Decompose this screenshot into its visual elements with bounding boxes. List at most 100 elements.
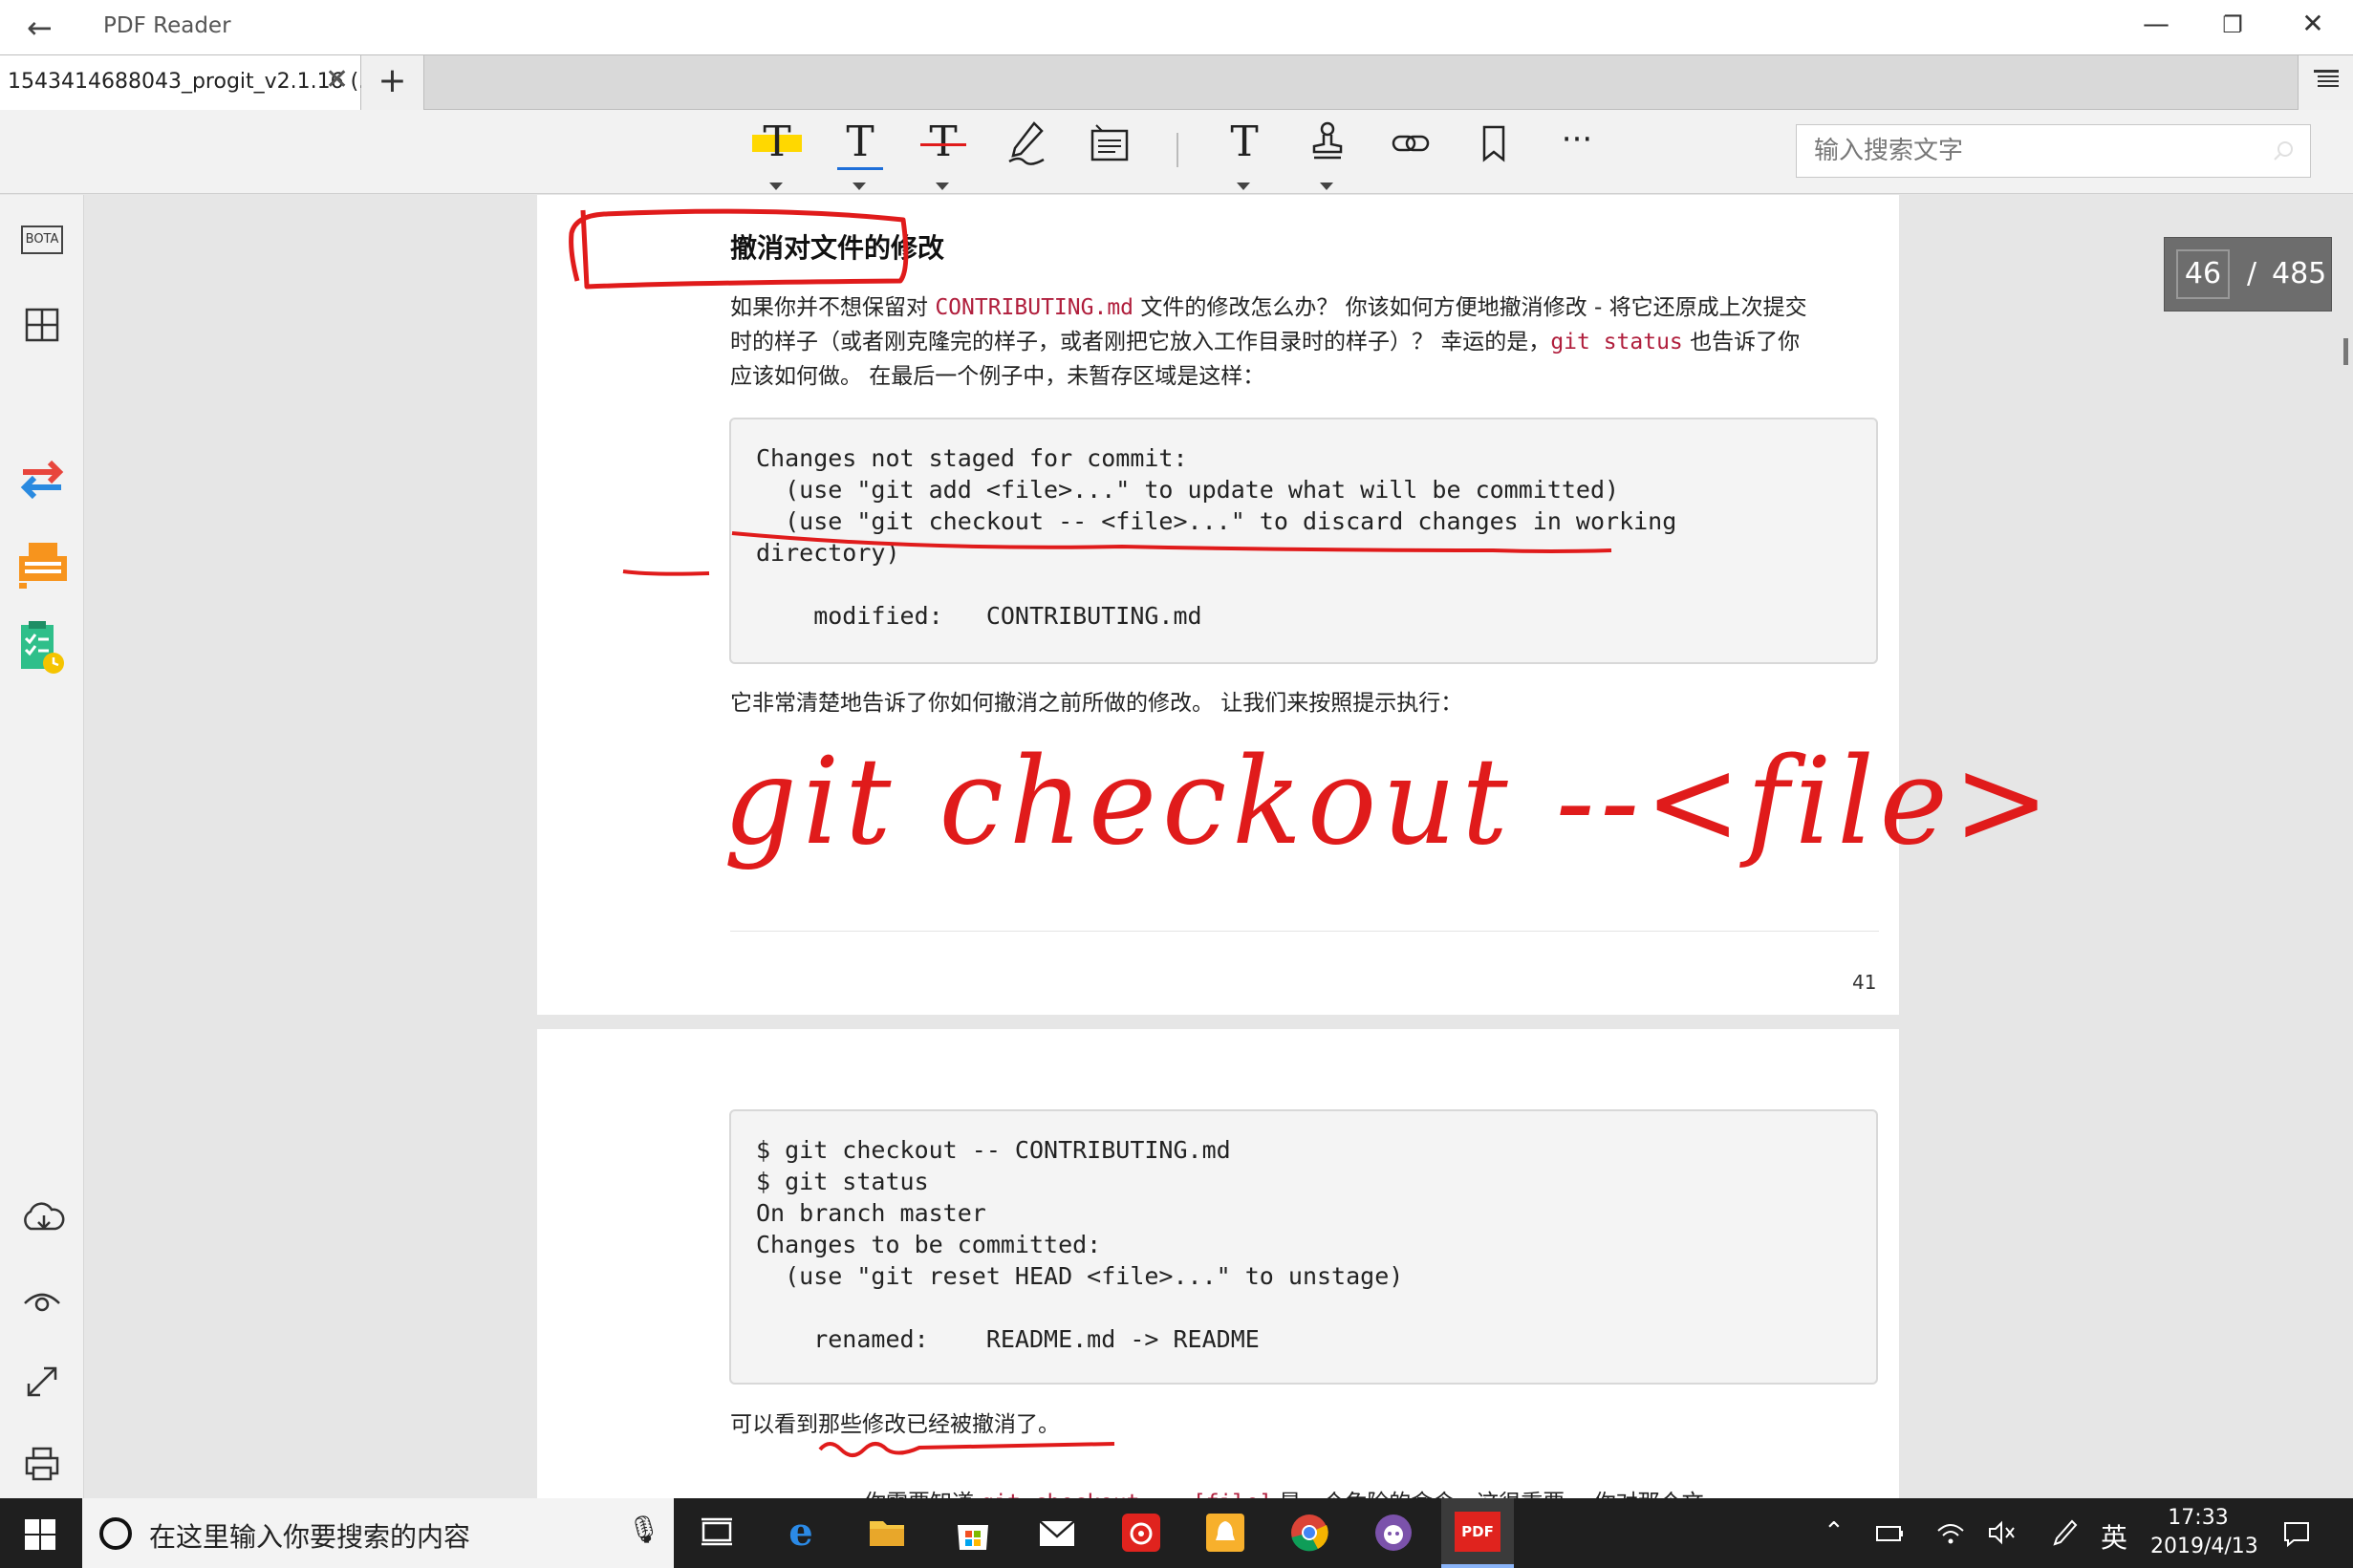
pdf-page: 撤消对文件的修改 如果你并不想保留对 CONTRIBUTING.md 文件的修改… xyxy=(537,195,2049,1015)
more-options-button[interactable]: ··· xyxy=(1548,118,1606,184)
taskbar: 在这里输入你要搜索的内容 🎙 e PDF ⌃ 英 17:33 2019/4/13 xyxy=(0,1498,2353,1568)
github-desktop-icon[interactable] xyxy=(1372,1512,1414,1554)
ink-box-around-heading xyxy=(569,208,909,290)
pdf-reader-icon: PDF xyxy=(1455,1512,1500,1552)
cloud-button[interactable] xyxy=(13,1189,71,1246)
netease-music-icon[interactable] xyxy=(1120,1512,1162,1554)
current-page-input[interactable]: 46 xyxy=(2176,249,2230,299)
highlight-tool[interactable]: T xyxy=(748,118,806,190)
microsoft-store-icon[interactable] xyxy=(952,1512,994,1554)
microphone-icon[interactable]: 🎙 xyxy=(627,1514,661,1545)
app-title: PDF Reader xyxy=(103,13,231,38)
toolbar-divider xyxy=(1176,133,1178,167)
cortana-icon xyxy=(99,1517,132,1550)
fax-icon xyxy=(19,543,67,589)
document-viewport[interactable]: 撤消对文件的修改 如果你并不想保留对 CONTRIBUTING.md 文件的修改… xyxy=(85,195,2353,1498)
stamp-tool[interactable] xyxy=(1299,118,1356,190)
pen-tool[interactable] xyxy=(998,118,1055,184)
notification-app-icon[interactable] xyxy=(1204,1512,1246,1554)
convert-arrows-icon xyxy=(20,460,64,500)
paragraph-line: 你需要知道 git checkout -- [file] 是一个危险的命令。这很… xyxy=(864,1486,1704,1498)
scrollbar-thumb[interactable] xyxy=(2343,338,2348,365)
document-tab[interactable]: 1543414688043_progit_v2.1.16 (... ✕ xyxy=(0,55,378,110)
printer-icon xyxy=(25,1447,59,1481)
search-input[interactable] xyxy=(1797,125,2236,177)
underline-tool[interactable]: T xyxy=(831,118,889,190)
link-icon xyxy=(1392,135,1430,152)
bookmark-icon xyxy=(1482,125,1505,162)
strikethrough-tool[interactable]: T xyxy=(915,118,972,190)
view-mode-button[interactable] xyxy=(13,1271,71,1328)
file-explorer-icon[interactable] xyxy=(866,1512,908,1554)
page-separator: / xyxy=(2247,257,2257,290)
wifi-icon[interactable] xyxy=(1936,1519,1965,1546)
fullscreen-button[interactable] xyxy=(13,1353,71,1410)
clock-date: 2019/4/13 xyxy=(2150,1535,2258,1558)
ink-annotations xyxy=(569,208,1612,576)
clock-time: 17:33 xyxy=(2168,1506,2229,1530)
volume-muted-icon[interactable] xyxy=(1986,1519,2017,1546)
grid-icon xyxy=(25,308,59,342)
convert-button[interactable] xyxy=(13,453,71,510)
new-tab-button[interactable]: + xyxy=(361,55,424,110)
handwritten-annotation: git checkout --<file> xyxy=(723,732,2056,872)
chevron-down-icon[interactable] xyxy=(853,183,866,190)
title-bar: ← PDF Reader — ❐ ✕ xyxy=(0,0,2353,54)
ink-wavy-underline xyxy=(818,1442,1115,1457)
ink-annotations xyxy=(818,1442,1115,1457)
pen-icon xyxy=(1008,121,1045,165)
battery-icon[interactable] xyxy=(1875,1521,1906,1546)
link-tool[interactable] xyxy=(1382,118,1439,184)
action-center-icon[interactable] xyxy=(2282,1519,2311,1548)
highlight-text-icon: T xyxy=(763,118,791,166)
taskbar-search[interactable]: 在这里输入你要搜索的内容 🎙 xyxy=(82,1498,674,1568)
back-arrow-icon[interactable]: ← xyxy=(27,10,53,46)
minimize-button[interactable]: — xyxy=(2127,8,2185,39)
pen-workspace-icon[interactable] xyxy=(2051,1517,2080,1548)
left-sidebar: BOTA xyxy=(0,195,84,1498)
tab-close-icon[interactable]: ✕ xyxy=(325,63,349,97)
windows-start-icon[interactable] xyxy=(25,1519,55,1550)
cloud-icon xyxy=(24,1202,65,1231)
more-icon: ··· xyxy=(1561,120,1593,159)
checklist-icon xyxy=(21,621,64,674)
tasks-button[interactable] xyxy=(13,619,71,677)
bota-button[interactable]: BOTA xyxy=(13,214,71,271)
chevron-up-icon[interactable]: ⌃ xyxy=(1824,1517,1845,1546)
expand-icon xyxy=(27,1366,57,1397)
tab-bar: 1543414688043_progit_v2.1.16 (... ✕ + xyxy=(0,54,2353,110)
fax-button[interactable] xyxy=(13,539,71,596)
total-pages: 485 xyxy=(2272,257,2327,290)
bookmark-tool[interactable] xyxy=(1465,118,1522,184)
page-counter: 46 / 485 xyxy=(2164,237,2332,311)
chrome-icon[interactable] xyxy=(1288,1512,1330,1554)
input-language-indicator[interactable]: 英 xyxy=(2101,1517,2127,1556)
chevron-down-icon[interactable] xyxy=(936,183,949,190)
strikethrough-text-icon: T xyxy=(929,118,958,166)
task-view-icon[interactable] xyxy=(696,1512,738,1554)
textbox-tool[interactable] xyxy=(1081,118,1138,184)
tab-list-icon[interactable] xyxy=(2298,55,2353,110)
chevron-down-icon[interactable] xyxy=(1320,183,1333,190)
mail-icon[interactable] xyxy=(1036,1512,1078,1554)
stamp-icon xyxy=(1312,121,1343,160)
text-box-icon xyxy=(1090,124,1129,161)
typewriter-text-icon: T xyxy=(1230,118,1259,166)
chevron-down-icon[interactable] xyxy=(769,183,783,190)
restore-button[interactable]: ❐ xyxy=(2204,11,2261,38)
pdf-reader-taskbar-button[interactable]: PDF xyxy=(1441,1498,1514,1568)
pdf-page: $ git checkout -- CONTRIBUTING.md $ git … xyxy=(537,1029,1899,1498)
thumbnails-button[interactable] xyxy=(13,296,71,354)
print-button[interactable] xyxy=(13,1435,71,1493)
close-window-button[interactable]: ✕ xyxy=(2284,8,2342,39)
ink-underline xyxy=(622,569,710,576)
annotation-toolbar: T T T T ··· xyxy=(0,110,2353,194)
typewriter-tool[interactable]: T xyxy=(1216,118,1273,190)
taskbar-search-text: 在这里输入你要搜索的内容 xyxy=(149,1521,471,1553)
search-icon[interactable] xyxy=(2271,139,2296,163)
clock[interactable]: 17:33 2019/4/13 xyxy=(2150,1504,2258,1561)
edge-browser-icon[interactable]: e xyxy=(780,1512,822,1554)
eye-icon xyxy=(24,1293,60,1312)
chevron-down-icon[interactable] xyxy=(1237,183,1250,190)
search-box[interactable] xyxy=(1796,124,2311,178)
